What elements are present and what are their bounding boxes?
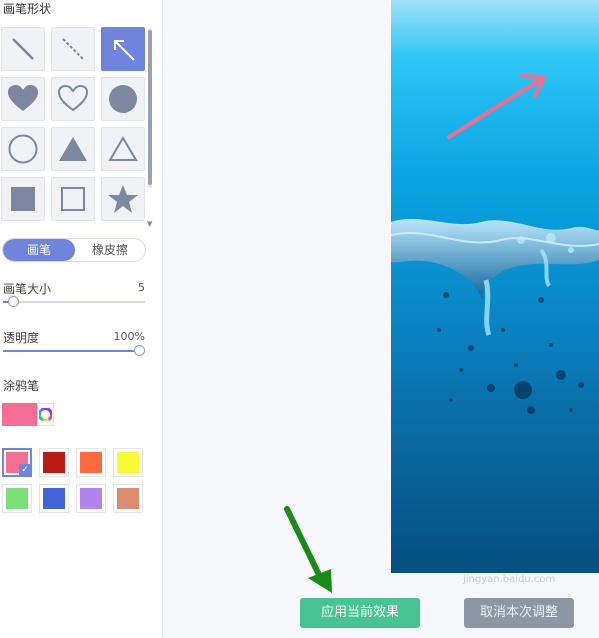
- triangle-filled-icon: [59, 137, 87, 161]
- color-picker-button[interactable]: [37, 403, 54, 426]
- opacity-slider[interactable]: [3, 345, 145, 356]
- color-swatch[interactable]: [39, 484, 69, 513]
- shape-line-button[interactable]: [1, 27, 45, 71]
- color-swatch-fill: [43, 488, 65, 509]
- opacity-value: 100%: [113, 330, 145, 343]
- brush-size-label: 画笔大小: [3, 282, 52, 296]
- canvas-area: jingyan.baidu.com 应用当前效果 取消本次调整: [163, 0, 599, 638]
- color-swatch[interactable]: [39, 448, 69, 477]
- dashed-line-icon: [62, 38, 84, 60]
- color-swatch[interactable]: [76, 484, 106, 513]
- color-swatch-fill: [117, 452, 139, 473]
- square-filled-icon: [11, 187, 35, 211]
- color-swatch[interactable]: [2, 484, 32, 513]
- color-swatch-fill: [80, 488, 102, 509]
- circle-filled-icon: [109, 85, 137, 113]
- shape-arrow-button[interactable]: [101, 27, 145, 71]
- scroll-down-arrow-icon[interactable]: ▼: [147, 220, 152, 228]
- shape-triangle-outline-button[interactable]: [101, 127, 145, 171]
- square-outline-icon: [61, 187, 85, 211]
- eraser-mode-button[interactable]: 橡皮擦: [75, 239, 145, 261]
- color-swatch[interactable]: [76, 448, 106, 477]
- brush-size-slider-handle[interactable]: [8, 296, 19, 307]
- color-swatch[interactable]: [113, 484, 143, 513]
- shape-square-filled-button[interactable]: [1, 177, 45, 221]
- brush-size-value: 5: [138, 281, 145, 294]
- shape-heart-outline-button[interactable]: [51, 77, 95, 121]
- brush-shape-title: 画笔形状: [3, 2, 52, 16]
- edited-photo: [391, 0, 599, 573]
- shape-dashed-line-button[interactable]: [51, 27, 95, 71]
- watermark-text: jingyan.baidu.com: [463, 574, 556, 585]
- shape-circle-filled-button[interactable]: [101, 77, 145, 121]
- color-swatch-fill: [6, 488, 28, 509]
- circle-outline-icon: [8, 134, 38, 164]
- brush-settings-panel: 画笔形状 ▼ 画笔 橡皮擦 画笔大小 5 透明度 100% 涂鸦笔 ✓: [0, 0, 163, 638]
- cancel-adjustment-button[interactable]: 取消本次调整: [464, 598, 574, 628]
- arrow-icon: [114, 40, 135, 61]
- pen-mode-button[interactable]: 画笔: [3, 239, 75, 261]
- drawn-arrow-icon: [447, 77, 543, 139]
- doodle-pen-label: 涂鸦笔: [3, 379, 40, 393]
- color-swatch[interactable]: ✓: [2, 448, 32, 477]
- color-wheel-icon: [39, 408, 52, 421]
- shape-heart-filled-button[interactable]: [1, 77, 45, 121]
- current-color-preview[interactable]: [2, 403, 38, 426]
- line-icon: [12, 38, 34, 60]
- color-swatch-fill: [80, 452, 102, 473]
- green-annotation-arrow-icon: [284, 506, 332, 593]
- shape-square-outline-button[interactable]: [51, 177, 95, 221]
- triangle-outline-icon: [108, 136, 138, 161]
- scrollbar-thumb[interactable]: [148, 30, 152, 185]
- color-swatch-fill: [117, 488, 139, 509]
- shape-triangle-filled-button[interactable]: [51, 127, 95, 171]
- shape-star-button[interactable]: [101, 177, 145, 221]
- water-splash-image: [391, 74, 599, 414]
- shape-scrollbar[interactable]: [148, 28, 152, 188]
- mode-toggle: 画笔 橡皮擦: [2, 238, 146, 262]
- opacity-slider-handle[interactable]: [134, 345, 145, 356]
- heart-filled-icon: [8, 85, 38, 111]
- brush-size-slider[interactable]: [3, 296, 145, 307]
- shape-circle-outline-button[interactable]: [1, 127, 45, 171]
- color-swatch[interactable]: [113, 448, 143, 477]
- star-icon: [108, 185, 138, 213]
- opacity-slider-fill: [3, 350, 139, 352]
- opacity-label: 透明度: [3, 331, 40, 345]
- apply-effect-button[interactable]: 应用当前效果: [300, 598, 420, 628]
- check-icon: ✓: [19, 464, 31, 476]
- heart-outline-icon: [57, 84, 89, 112]
- brush-shape-grid: [0, 27, 147, 223]
- color-swatch-fill: [43, 452, 65, 473]
